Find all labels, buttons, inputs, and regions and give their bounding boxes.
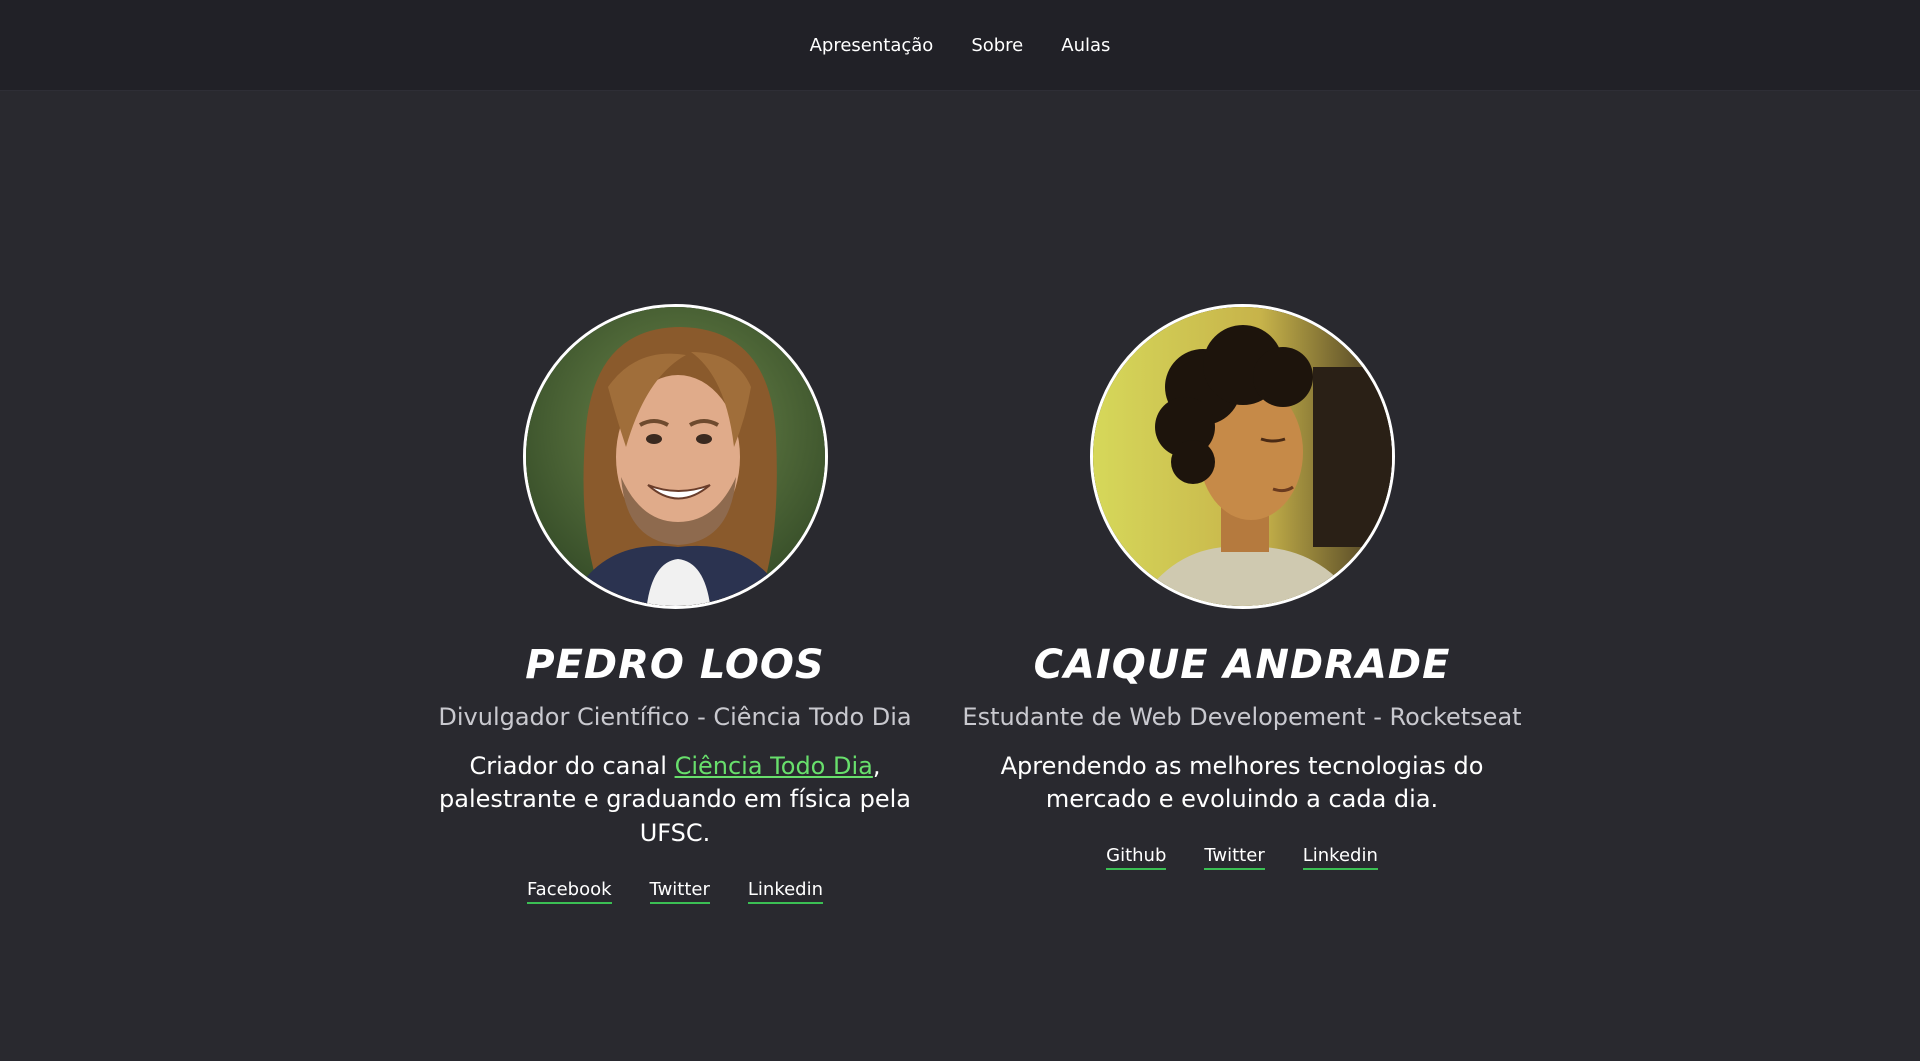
nav-link-apresentacao[interactable]: Apresentação: [810, 35, 934, 56]
linkedin-link[interactable]: Linkedin: [747, 879, 824, 904]
profile-name: Pedro Loos: [525, 642, 825, 688]
twitter-link[interactable]: Twitter: [1204, 845, 1265, 870]
linkedin-link[interactable]: Linkedin: [1302, 845, 1378, 870]
profile-bio: Aprendendo as melhores tecnologias do me…: [1000, 751, 1484, 814]
profile-role: Divulgador Científico - Ciência Todo Dia: [438, 703, 912, 731]
top-navigation: Apresentação Sobre Aulas: [0, 0, 1920, 91]
avatar-photo: [525, 307, 825, 606]
nav-link-aulas[interactable]: Aulas: [1061, 35, 1110, 56]
avatar: [1089, 304, 1395, 609]
twitter-link[interactable]: Twitter: [649, 879, 710, 904]
main-content: Pedro Loos Divulgador Científico - Ciênc…: [0, 91, 1920, 1061]
facebook-link[interactable]: Facebook: [526, 879, 612, 904]
profile-card-caique: Caique Andrade Estudante de Web Develope…: [962, 304, 1522, 870]
profile-bio: Criador do canal Ciência Todo Dia, pales…: [405, 750, 945, 851]
github-link[interactable]: Github: [1106, 845, 1167, 870]
profile-role: Estudante de Web Developement - Rocketse…: [962, 703, 1522, 731]
avatar: [522, 304, 828, 609]
avatar-photo: [1092, 307, 1392, 606]
profile-name: Caique Andrade: [1033, 642, 1451, 688]
channel-link[interactable]: Ciência Todo Dia: [675, 752, 873, 780]
bio-text: Criador do canal: [469, 751, 675, 780]
profile-card-pedro: Pedro Loos Divulgador Científico - Ciênc…: [395, 304, 955, 904]
social-links: Facebook Twitter Linkedin: [526, 879, 824, 904]
social-links: Github Twitter Linkedin: [1106, 845, 1378, 870]
nav-link-sobre[interactable]: Sobre: [971, 35, 1023, 56]
